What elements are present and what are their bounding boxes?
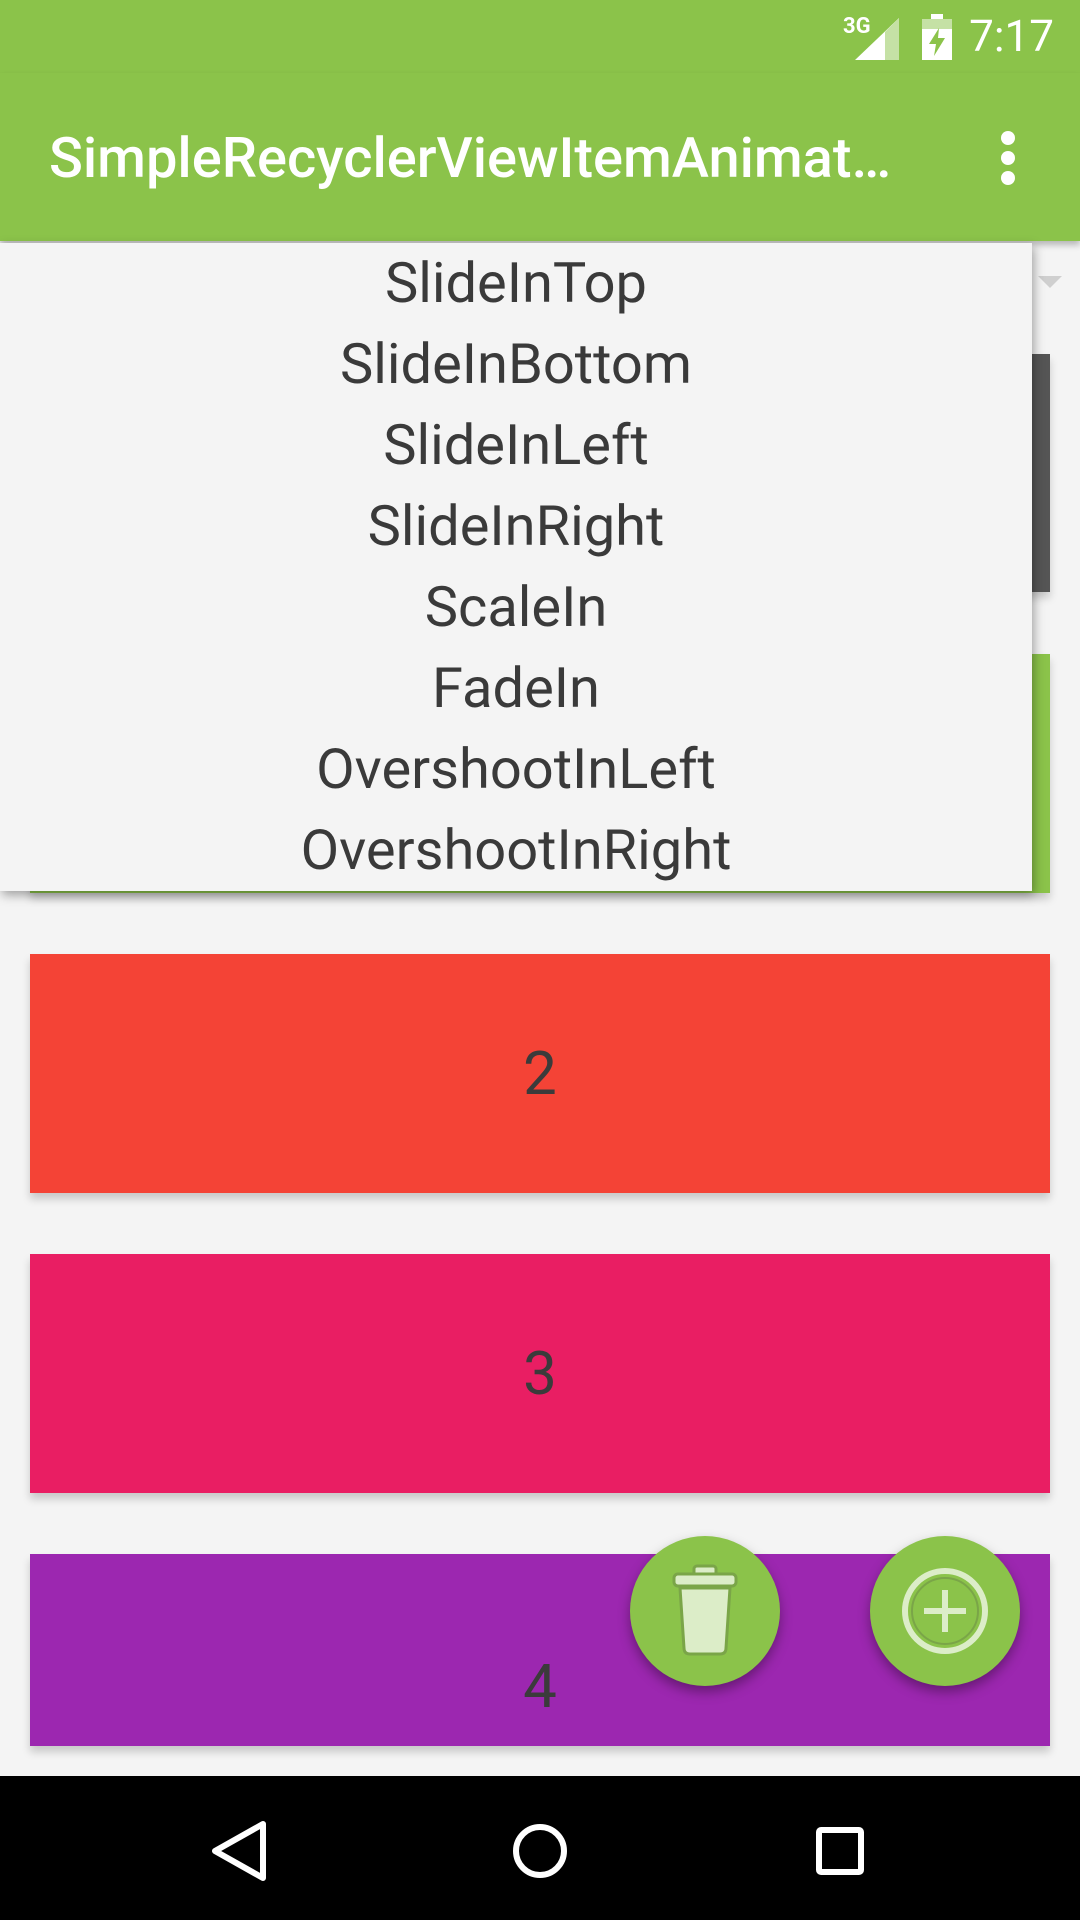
status-time: 7:17 bbox=[969, 10, 1054, 62]
battery-charging-icon bbox=[922, 14, 952, 64]
list-item-label: 3 bbox=[523, 1338, 557, 1409]
add-button[interactable] bbox=[870, 1536, 1020, 1686]
dropdown-item-overshoot-in-right[interactable]: OvershootInRight bbox=[0, 810, 1032, 891]
app-bar: SimpleRecyclerViewItemAnimat… bbox=[0, 73, 1080, 241]
add-circle-icon bbox=[902, 1568, 988, 1654]
dropdown-item-fade-in[interactable]: FadeIn bbox=[0, 648, 1032, 729]
navigation-bar bbox=[0, 1776, 1080, 1920]
list-item-label: 4 bbox=[523, 1651, 557, 1722]
dropdown-item-slide-in-left[interactable]: SlideInLeft bbox=[0, 405, 1032, 486]
dropdown-item-slide-in-top[interactable]: SlideInTop bbox=[0, 243, 1032, 324]
list-item[interactable]: 3 bbox=[30, 1254, 1050, 1493]
signal-icon bbox=[855, 18, 899, 64]
back-button[interactable] bbox=[195, 1806, 285, 1896]
dropdown-item-scale-in[interactable]: ScaleIn bbox=[0, 567, 1032, 648]
spinner-arrow-icon[interactable] bbox=[1038, 276, 1062, 288]
list-item-label: 2 bbox=[523, 1038, 557, 1109]
list-item[interactable]: 2 bbox=[30, 954, 1050, 1193]
animation-dropdown: SlideInTop SlideInBottom SlideInLeft Sli… bbox=[0, 243, 1032, 891]
recents-square-icon bbox=[816, 1827, 864, 1875]
dropdown-item-overshoot-in-left[interactable]: OvershootInLeft bbox=[0, 729, 1032, 810]
back-triangle-icon bbox=[212, 1821, 266, 1881]
home-button[interactable] bbox=[495, 1806, 585, 1896]
delete-button[interactable] bbox=[630, 1536, 780, 1686]
dropdown-item-slide-in-right[interactable]: SlideInRight bbox=[0, 486, 1032, 567]
dropdown-item-slide-in-bottom[interactable]: SlideInBottom bbox=[0, 324, 1032, 405]
home-circle-icon bbox=[513, 1824, 567, 1878]
recents-button[interactable] bbox=[795, 1806, 885, 1896]
app-title: SimpleRecyclerViewItemAnimat… bbox=[49, 125, 892, 191]
status-bar: 3G 7:17 bbox=[0, 0, 1080, 73]
more-vert-icon[interactable] bbox=[992, 131, 1024, 187]
trash-icon bbox=[672, 1564, 738, 1656]
